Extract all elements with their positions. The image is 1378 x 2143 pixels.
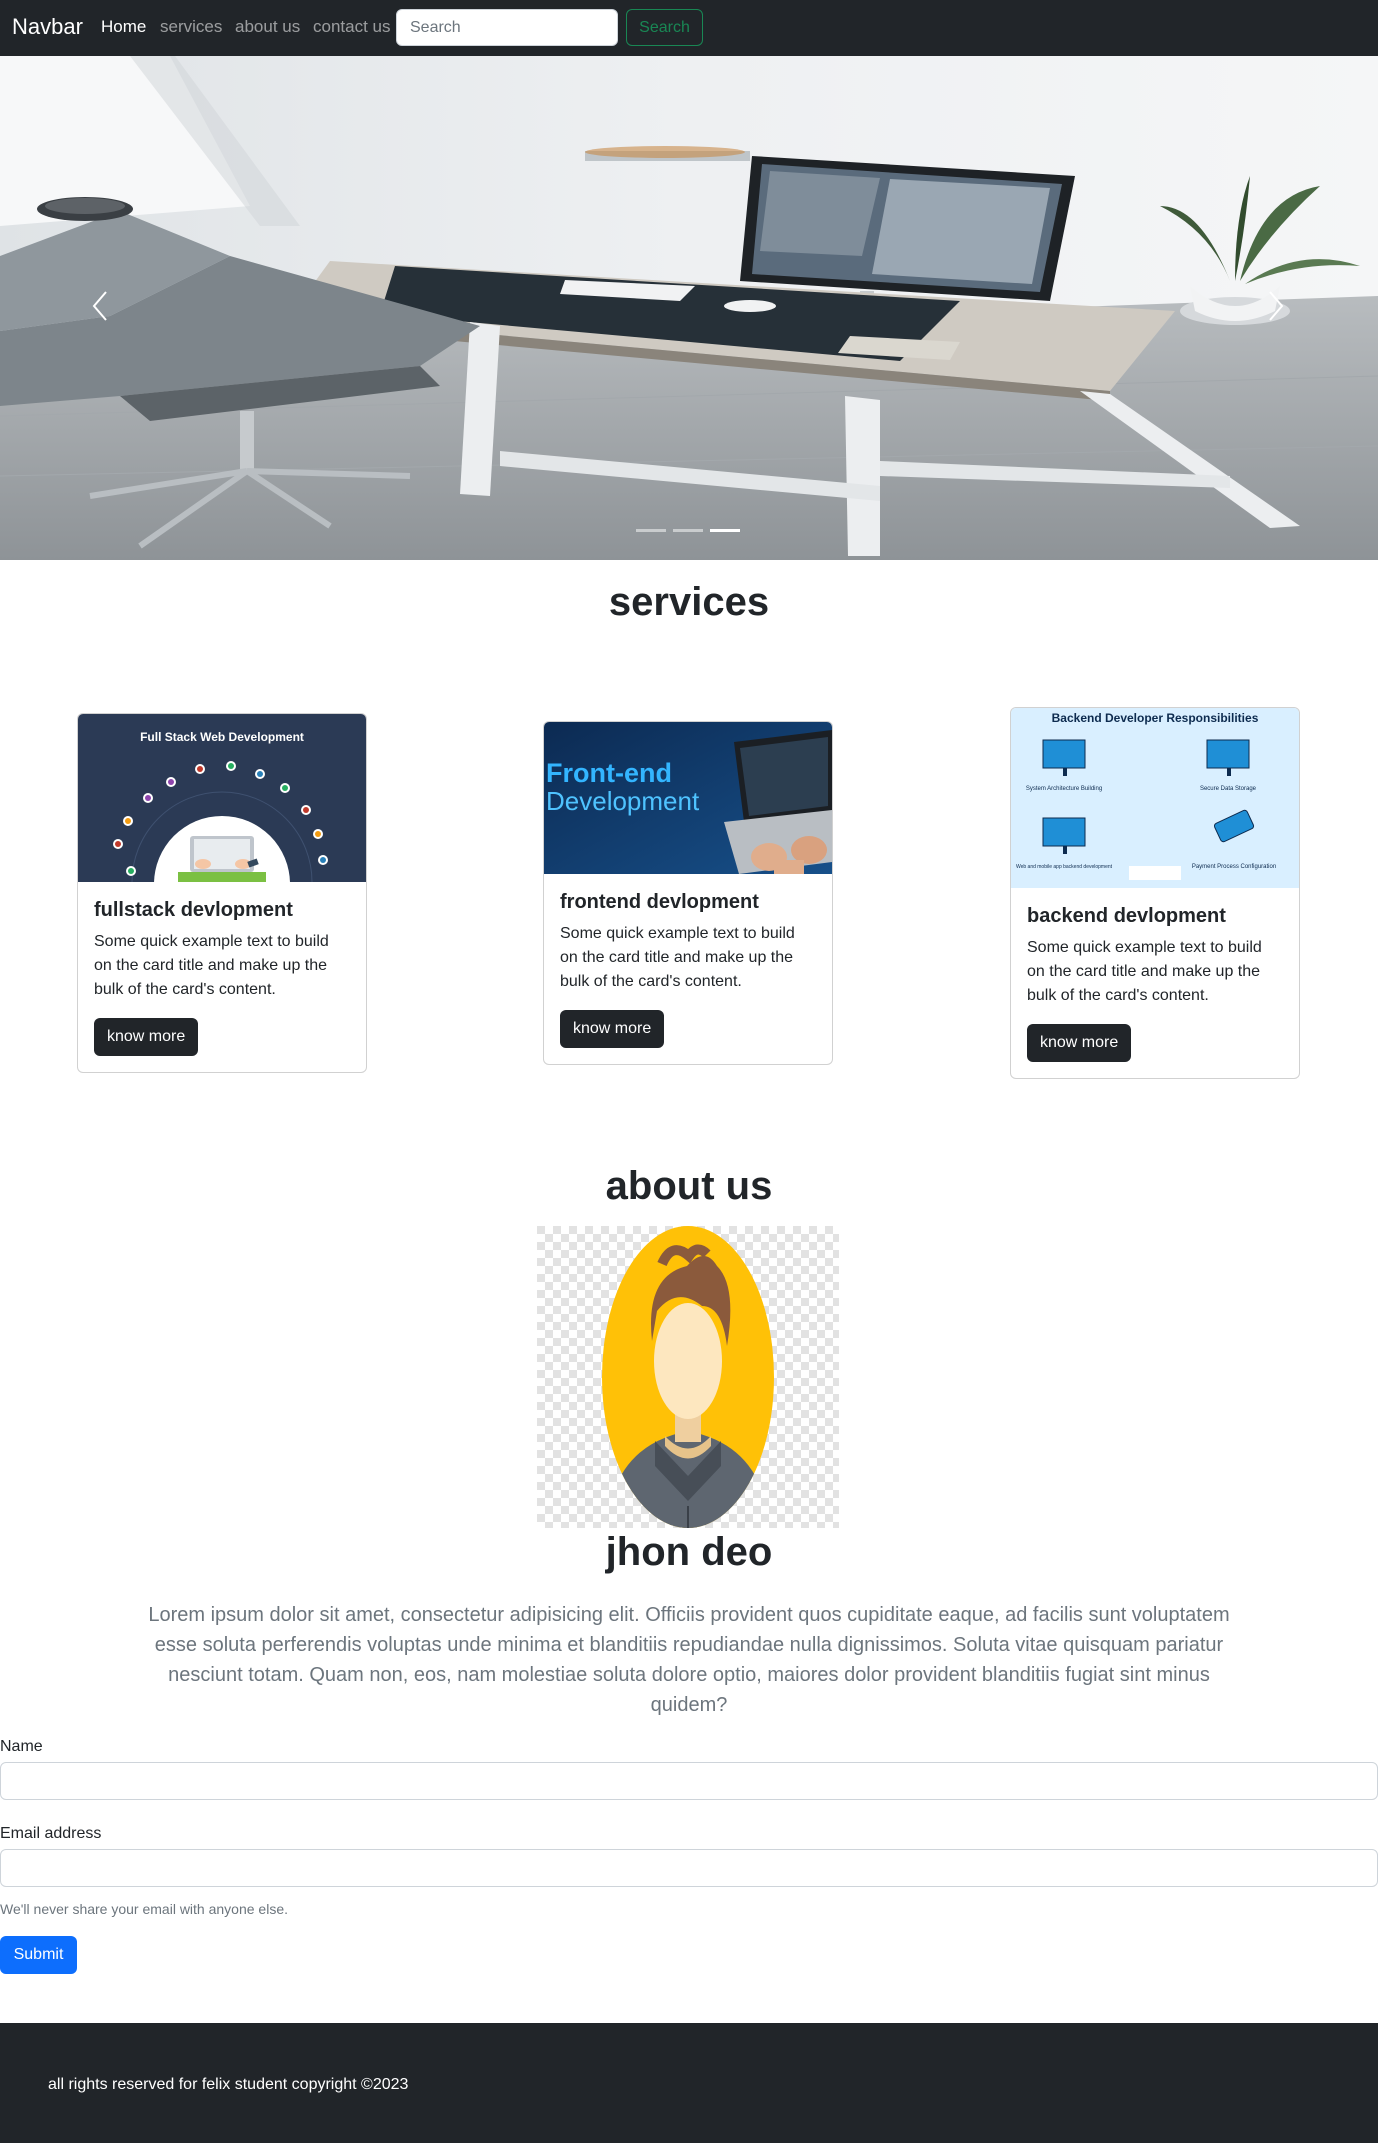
navbar-brand[interactable]: Navbar xyxy=(12,12,83,42)
footer-copyright: all rights reserved for felix student co… xyxy=(48,2076,409,2093)
service-card-fullstack: Full Stack Web Development fullstack dev… xyxy=(77,713,367,1073)
carousel-next-arrow-icon[interactable] xyxy=(1254,276,1294,336)
person-name: jhon deo xyxy=(605,1530,773,1574)
frontend-image-heading-line2: Development xyxy=(546,786,700,816)
backend-image-label-1: System Architecture Building xyxy=(1026,786,1102,792)
carousel-indicator-3[interactable] xyxy=(710,529,740,532)
nav-link-home[interactable]: Home xyxy=(101,16,146,38)
frontend-card-image: Front-end Development xyxy=(544,722,832,874)
about-text: Lorem ipsum dolor sit amet, consectetur … xyxy=(148,1604,1230,1716)
nav-link-services[interactable]: services xyxy=(160,16,222,38)
fullstack-card-image: Full Stack Web Development xyxy=(78,714,366,882)
name-field[interactable] xyxy=(0,1762,1378,1800)
submit-button[interactable]: Submit xyxy=(0,1936,77,1974)
service-card-frontend: Front-end Development frontend devlopmen… xyxy=(543,721,833,1065)
know-more-button[interactable]: know more xyxy=(560,1010,665,1048)
name-label: Name xyxy=(0,1738,43,1755)
carousel-indicator-1[interactable] xyxy=(636,529,666,532)
avatar xyxy=(537,1226,839,1528)
about-us-title: about us xyxy=(605,1164,773,1208)
card-text: Some quick example text to build on the … xyxy=(560,925,795,990)
carousel-prev-arrow-icon[interactable] xyxy=(82,276,122,336)
know-more-button[interactable]: know more xyxy=(1027,1024,1132,1062)
services-title: services xyxy=(608,580,770,624)
office-desk-image xyxy=(0,56,1378,560)
backend-image-heading: Backend Developer Responsibilities xyxy=(1052,711,1259,725)
card-title: backend devlopment xyxy=(1027,905,1226,927)
footer: all rights reserved for felix student co… xyxy=(0,2023,1378,2143)
nav-link-about-us[interactable]: about us xyxy=(235,16,300,38)
email-label: Email address xyxy=(0,1825,102,1842)
card-title: fullstack devlopment xyxy=(94,899,293,921)
hero-carousel xyxy=(0,56,1378,560)
carousel-indicators xyxy=(636,529,742,535)
backend-image-label-3: Web and mobile app backend development xyxy=(1016,864,1113,870)
carousel-indicator-2[interactable] xyxy=(673,529,703,532)
search-button[interactable]: Search xyxy=(626,9,703,46)
card-text: Some quick example text to build on the … xyxy=(94,933,329,998)
card-title: frontend devlopment xyxy=(560,891,759,913)
service-card-backend: Backend Developer Responsibilities Syste… xyxy=(1010,707,1300,1079)
backend-image-label-4: Payment Process Configuration xyxy=(1192,864,1276,870)
email-field[interactable] xyxy=(0,1849,1378,1887)
search-input[interactable] xyxy=(396,9,618,46)
frontend-image-heading-line1: Front-end xyxy=(546,758,672,788)
nav-link-contact-us[interactable]: contact us xyxy=(313,16,391,38)
backend-card-image: Backend Developer Responsibilities Syste… xyxy=(1011,708,1299,888)
card-text: Some quick example text to build on the … xyxy=(1027,939,1262,1004)
email-help-text: We'll never share your email with anyone… xyxy=(0,1901,288,1917)
fullstack-image-heading: Full Stack Web Development xyxy=(140,730,304,744)
backend-image-label-2: Secure Data Storage xyxy=(1200,786,1257,792)
navbar: Navbar Home services about us contact us… xyxy=(0,0,1378,56)
know-more-button[interactable]: know more xyxy=(94,1018,199,1056)
